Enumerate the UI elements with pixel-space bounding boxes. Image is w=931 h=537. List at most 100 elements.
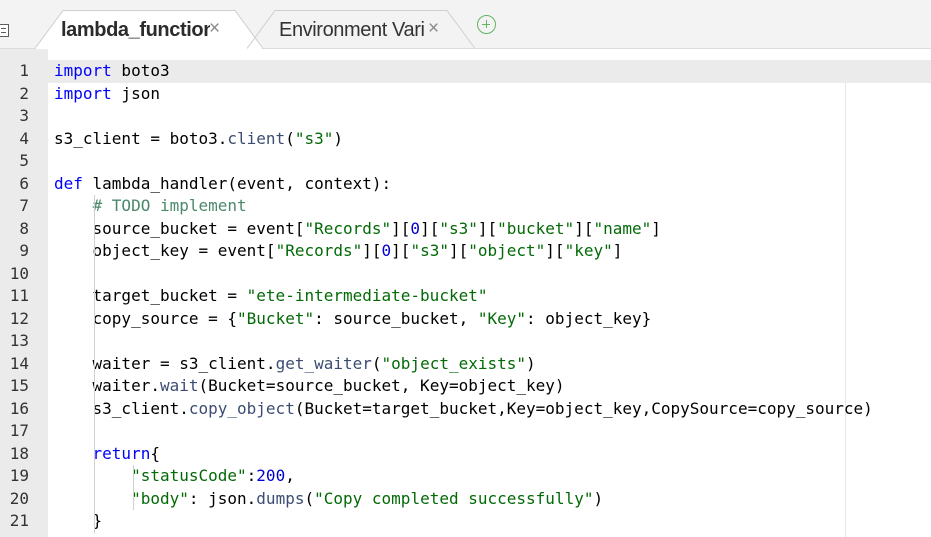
code-token: "s3" [410,241,449,260]
code-token: ][ [391,218,411,238]
code-text: import json [54,83,160,106]
code-token: (Bucket=target_bucket,Key=object_key,Cop… [294,398,873,418]
code-token: "Records" [304,218,392,238]
code-token: wait [159,376,199,395]
line-number: 2 [19,83,29,103]
code-text: "statusCode":200, [54,465,295,488]
line-number: 1 [19,61,29,80]
line-number: 3 [19,106,29,125]
code-line[interactable]: 14 waiter = s3_client.get_waiter("object… [0,353,931,376]
code-token: ) [593,488,604,508]
code-token: s3_client. [54,398,189,418]
code-token: lambda_handler(event, context): [82,173,392,193]
code-token: "body" [131,488,189,508]
code-token: "statusCode" [131,466,247,485]
code-token: ][ [477,218,498,238]
code-line[interactable]: 11 target_bucket = "ete-intermediate-buc… [0,285,931,308]
code-token: "s3" [439,218,478,238]
line-number: 7 [19,196,29,215]
code-token: ( [304,488,315,508]
code-text: copy_source = {"Bucket": source_bucket, … [54,308,652,331]
code-token: "Records" [275,241,363,260]
code-line[interactable]: 5 [0,150,931,173]
code-token: : source_bucket, [314,308,478,328]
code-token: object_key = event[ [54,241,276,260]
line-number: 4 [19,128,29,148]
code-token: ][ [545,241,565,260]
code-text: waiter = s3_client.get_waiter("object_ex… [54,353,536,376]
line-number: 21 [9,511,29,530]
code-line[interactable]: 21 } [0,510,931,533]
line-number: 20 [9,488,29,508]
line-number: 12 [9,308,29,328]
code-token: 200 [256,466,286,485]
code-line[interactable]: 9 object_key = event["Records"][0]["s3"]… [0,240,931,263]
code-line[interactable]: 19 "statusCode":200, [0,465,931,488]
code-line[interactable]: 13 [0,330,931,353]
code-line[interactable]: 6 def lambda_handler(event, context): [0,173,931,196]
code-token: : json. [188,488,257,508]
code-text: waiter.wait(Bucket=source_bucket, Key=ob… [54,375,565,398]
code-token: ( [371,353,382,373]
code-token: import [54,61,112,80]
code-line[interactable]: 12 copy_source = {"Bucket": source_bucke… [0,308,931,331]
tab-label: Environment Vari [279,19,425,41]
code-text: "body": json.dumps("Copy completed succe… [54,488,603,511]
code-token: ][ [448,241,469,260]
code-text: s3_client.copy_object(Bucket=target_buck… [54,398,873,421]
code-token: s3_client = boto3. [54,128,228,148]
code-token: ][ [574,218,594,238]
line-number: 17 [9,421,29,440]
code-token: "Bucket" [237,308,315,328]
code-token: : [246,466,257,485]
tab-lambda-function[interactable]: lambda_function × [35,10,270,49]
code-token: : object_key} [526,308,652,328]
code-line[interactable]: 1 import boto3 [0,60,931,83]
line-number: 15 [9,376,29,395]
code-token: "object_exists" [381,353,527,373]
code-token: client [227,128,286,148]
code-text: s3_client = boto3.client("s3") [54,128,343,151]
add-tab-icon[interactable] [477,15,496,34]
code-token: json [111,83,160,103]
line-number: 13 [9,331,29,350]
code-token: waiter. [54,376,160,395]
code-line[interactable]: 16 s3_client.copy_object(Bucket=target_b… [0,398,931,421]
code-token: "ete-intermediate-bucket" [246,286,488,305]
code-token: "name" [593,218,652,238]
code-token: "s3" [294,128,334,148]
code-text: import boto3 [54,60,170,83]
code-line[interactable]: 3 [0,105,931,128]
tab-environment-variables[interactable]: Environment Vari × [247,10,477,49]
close-icon[interactable]: × [209,18,220,40]
tab-bar: lambda_function × Environment Vari × [0,0,931,49]
close-icon[interactable]: × [428,18,439,40]
line-number: 6 [19,173,29,193]
code-line[interactable]: 7 # TODO implement [0,195,931,218]
code-text: # TODO implement [54,195,247,218]
line-number: 16 [9,398,29,418]
code-token: copy_object [188,398,295,418]
code-text: source_bucket = event["Records"][0]["s3"… [54,218,661,241]
code-token: "bucket" [497,218,575,238]
code-line[interactable]: 15 waiter.wait(Bucket=source_bucket, Key… [0,375,931,398]
code-line[interactable]: 4 s3_client = boto3.client("s3") [0,128,931,151]
code-text: object_key = event["Records"][0]["s3"]["… [54,240,623,263]
code-line[interactable]: 18 return{ [0,443,931,466]
file-menu-icon[interactable] [0,24,9,37]
code-line[interactable]: 10 [0,263,931,286]
code-token: waiter = s3_client. [54,353,276,373]
code-token: def [54,173,83,193]
code-token: (Bucket=source_bucket, Key=object_key) [198,376,565,395]
line-number: 8 [19,218,29,238]
code-line[interactable]: 8 source_bucket = event["Records"][0]["s… [0,218,931,241]
code-line[interactable]: 17 [0,420,931,443]
code-line[interactable]: 20 "body": json.dumps("Copy completed su… [0,488,931,511]
code-token: { [150,443,160,463]
line-number: 5 [19,151,29,170]
code-line[interactable]: 2 import json [0,83,931,106]
